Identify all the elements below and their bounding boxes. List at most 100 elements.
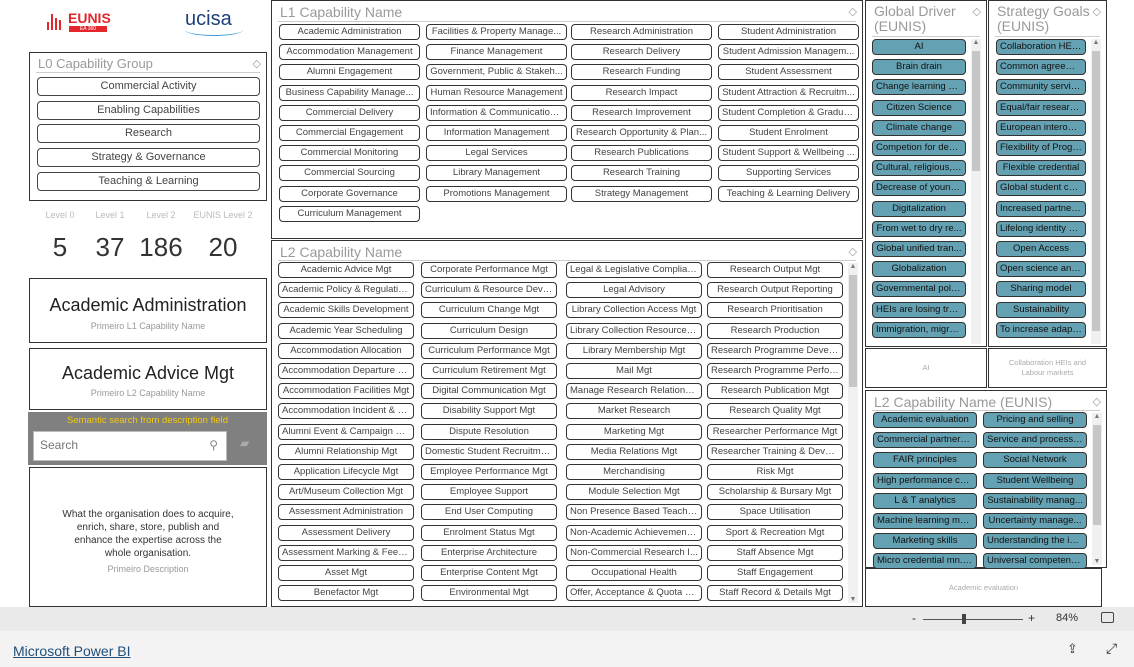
- l1-item[interactable]: Human Resource Management: [426, 84, 567, 101]
- global-driver-item[interactable]: HEIs are losing tru...: [872, 301, 966, 318]
- l2-eunis-item[interactable]: Understanding the infl...: [983, 533, 1087, 550]
- l2-item[interactable]: Employee Support: [421, 484, 557, 501]
- l2-item[interactable]: Library Membership Mgt: [566, 342, 702, 359]
- l1-item[interactable]: Government, Public & Stakeh...: [426, 64, 567, 81]
- strategy-goals-item[interactable]: Global student card: [996, 180, 1086, 197]
- l2-item[interactable]: Employee Performance Mgt: [421, 464, 557, 480]
- l1-item[interactable]: Corporate Governance: [279, 185, 420, 202]
- zoom-slider-handle[interactable]: [962, 614, 966, 624]
- l2-item[interactable]: Risk Mgt: [707, 464, 843, 480]
- strategy-goals-item[interactable]: Common agreeme...: [996, 59, 1086, 76]
- l1-item[interactable]: Strategy Management: [571, 185, 712, 202]
- eraser-icon[interactable]: ◇: [973, 5, 981, 18]
- l1-item[interactable]: Commercial Monitoring: [279, 145, 420, 162]
- l2-item[interactable]: Researcher Performance Mgt: [707, 423, 843, 440]
- search-icon[interactable]: ⚲: [209, 438, 218, 452]
- l1-item[interactable]: Research Improvement: [571, 104, 712, 121]
- eraser-icon[interactable]: ◇: [1093, 5, 1101, 18]
- l2-item[interactable]: Enterprise Architecture: [421, 544, 557, 561]
- l2-item[interactable]: Disability Support Mgt: [421, 403, 557, 420]
- l1-item[interactable]: Student Completion & Gradua...: [718, 104, 859, 121]
- l2-item[interactable]: Curriculum & Resource Devel...: [421, 282, 557, 299]
- l2-eunis-item[interactable]: Commercial partners...: [873, 432, 977, 449]
- l0-item[interactable]: Enabling Capabilities: [37, 100, 260, 120]
- l2-item[interactable]: Application Lifecycle Mgt: [278, 464, 414, 480]
- l1-item[interactable]: Teaching & Learning Delivery: [718, 185, 859, 202]
- l2-item[interactable]: Alumni Event & Campaign Mgt: [278, 423, 414, 440]
- l0-item[interactable]: Research: [37, 124, 260, 144]
- global-driver-item[interactable]: Cultural, religious, ...: [872, 160, 966, 177]
- l2-item[interactable]: Marketing Mgt: [566, 423, 702, 440]
- l2-item[interactable]: Library Collection Resource Mgt: [566, 322, 702, 339]
- l2-item[interactable]: Research Programme Perfor...: [707, 363, 843, 379]
- l2-item[interactable]: Art/Museum Collection Mgt: [278, 484, 414, 501]
- l1-item[interactable]: Curriculum Management: [279, 205, 420, 222]
- l1-item[interactable]: Alumni Engagement: [279, 64, 420, 81]
- l2-item[interactable]: Alumni Relationship Mgt: [278, 443, 414, 460]
- l2-item[interactable]: Research Output Mgt: [707, 262, 843, 278]
- scrollbar[interactable]: ▲ ▼: [1092, 413, 1102, 565]
- l1-item[interactable]: Promotions Management: [426, 185, 567, 202]
- global-driver-item[interactable]: Change learning pr...: [872, 79, 966, 96]
- fit-to-page-icon[interactable]: [1101, 612, 1114, 623]
- l2-item[interactable]: Mail Mgt: [566, 363, 702, 379]
- zoom-out-button[interactable]: -: [912, 611, 916, 625]
- l0-item[interactable]: Teaching & Learning: [37, 171, 260, 191]
- global-driver-item[interactable]: Governmental polit...: [872, 281, 966, 298]
- global-driver-item[interactable]: AI: [872, 39, 966, 55]
- strategy-goals-item[interactable]: Lifelong identity or...: [996, 220, 1086, 237]
- l1-item[interactable]: Student Attraction & Recruitm...: [718, 84, 859, 101]
- l1-item[interactable]: Research Funding: [571, 64, 712, 81]
- l2-eunis-item[interactable]: Student Wellbeing: [983, 472, 1087, 489]
- l2-item[interactable]: Academic Year Scheduling: [278, 322, 414, 339]
- l2-eunis-item[interactable]: Sustainability manag...: [983, 492, 1087, 509]
- l2-item[interactable]: Assessment Administration: [278, 504, 414, 521]
- l1-item[interactable]: Finance Management: [426, 44, 567, 61]
- l2-item[interactable]: Offer, Acceptance & Quota Mgt: [566, 585, 702, 602]
- l2-item[interactable]: Researcher Training & Develo...: [707, 443, 843, 460]
- l2-item[interactable]: Curriculum Performance Mgt: [421, 342, 557, 359]
- l1-item[interactable]: Student Support & Wellbeing ...: [718, 145, 859, 162]
- l1-item[interactable]: Legal Services: [426, 145, 567, 162]
- l2-eunis-item[interactable]: Service and process ...: [983, 432, 1087, 449]
- l2-item[interactable]: Assessment Delivery: [278, 524, 414, 541]
- l1-item[interactable]: Student Assessment: [718, 64, 859, 81]
- eraser-icon[interactable]: ◇: [849, 5, 857, 18]
- l2-item[interactable]: Academic Advice Mgt: [278, 262, 414, 278]
- global-driver-item[interactable]: Citizen Science: [872, 99, 966, 116]
- l2-item[interactable]: Dispute Resolution: [421, 423, 557, 440]
- strategy-goals-item[interactable]: To increase adapt...: [996, 321, 1086, 338]
- l2-item[interactable]: Legal Advisory: [566, 282, 702, 299]
- global-driver-item[interactable]: Global unified tran...: [872, 241, 966, 257]
- l2-item[interactable]: Research Quality Mgt: [707, 403, 843, 420]
- fullscreen-icon[interactable]: ⤢: [1106, 640, 1117, 657]
- l1-item[interactable]: Research Training: [571, 165, 712, 182]
- l0-item[interactable]: Commercial Activity: [37, 77, 260, 96]
- l1-item[interactable]: Library Management: [426, 165, 567, 182]
- l2-item[interactable]: Assessment Marking & Feedb...: [278, 544, 414, 561]
- l2-item[interactable]: Academic Policy & Regulation...: [278, 282, 414, 299]
- l1-item[interactable]: Information Management: [426, 125, 567, 141]
- l2-item[interactable]: Academic Skills Development: [278, 302, 414, 319]
- l2-item[interactable]: Market Research: [566, 403, 702, 420]
- l2-item[interactable]: Media Relations Mgt: [566, 443, 702, 460]
- l2-eunis-item[interactable]: Academic evaluation: [873, 412, 977, 428]
- l2-item[interactable]: Accommodation Facilities Mgt: [278, 383, 414, 400]
- global-driver-item[interactable]: Digitalization: [872, 200, 966, 217]
- l1-item[interactable]: Commercial Delivery: [279, 104, 420, 121]
- global-driver-item[interactable]: Decrease of young...: [872, 180, 966, 197]
- l1-item[interactable]: Facilities & Property Manage...: [426, 24, 567, 40]
- clear-eraser-icon[interactable]: ▰: [240, 436, 249, 450]
- global-driver-item[interactable]: Immigration, migra...: [872, 321, 966, 338]
- global-driver-item[interactable]: Competion for decr...: [872, 140, 966, 156]
- l2-item[interactable]: Non-Academic Achievement ...: [566, 524, 702, 541]
- l1-item[interactable]: Research Delivery: [571, 44, 712, 61]
- global-driver-item[interactable]: From wet to dry re...: [872, 220, 966, 237]
- l0-item[interactable]: Strategy & Governance: [37, 148, 260, 168]
- l2-item[interactable]: Scholarship & Bursary Mgt: [707, 484, 843, 501]
- strategy-goals-item[interactable]: Sustainability: [996, 301, 1086, 318]
- l1-item[interactable]: Student Enrolment: [718, 125, 859, 141]
- l2-item[interactable]: Benefactor Mgt: [278, 585, 414, 602]
- l2-item[interactable]: Non-Commercial Research I...: [566, 544, 702, 561]
- l2-eunis-item[interactable]: FAIR principles: [873, 452, 977, 469]
